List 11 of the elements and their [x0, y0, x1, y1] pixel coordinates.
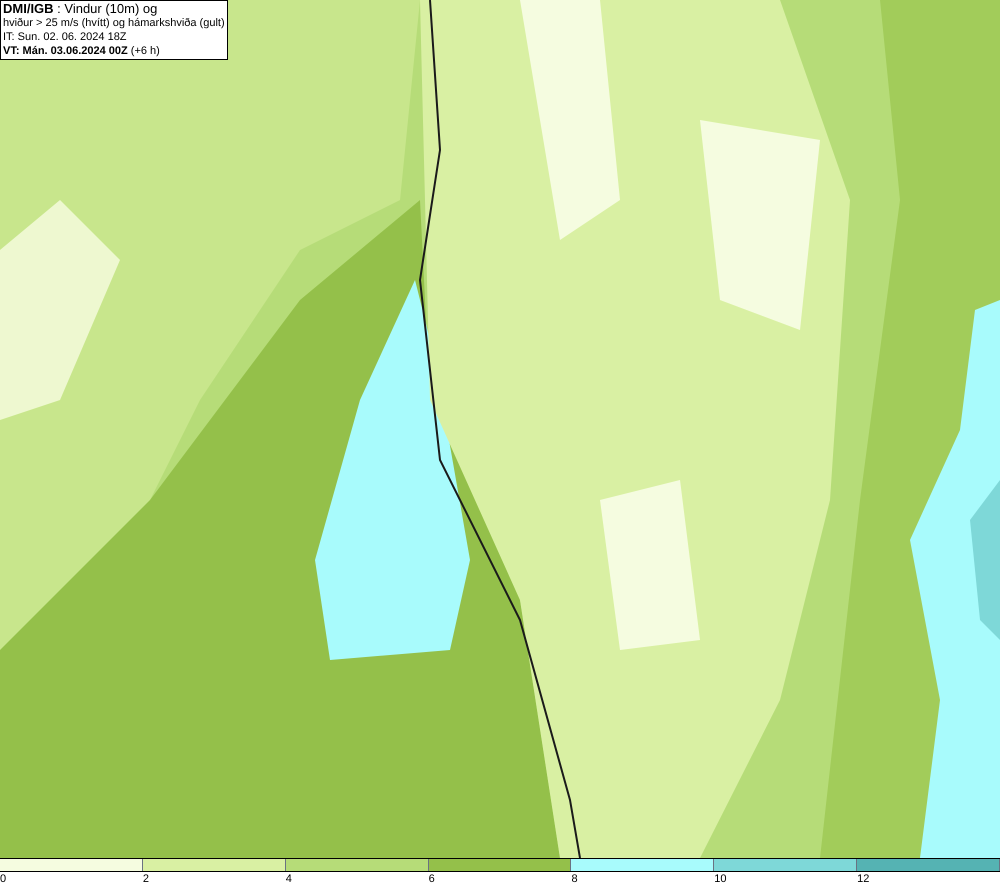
legend-label: 2 [142, 872, 149, 887]
title-line: DMI/IGB : Vindur (10m) og [3, 2, 158, 16]
legend-label: 4 [286, 872, 292, 887]
title-line: VT: Mán. 03.06.2024 00Z (+6 h) [3, 44, 161, 58]
title-line: IT: Sun. 02. 06. 2024 18Z [3, 30, 128, 44]
legend-label: 0 [0, 872, 6, 887]
legend-label: 10 [714, 872, 727, 887]
legend-label: 8 [571, 872, 578, 887]
legend-label: 12 [857, 872, 870, 887]
title-line: hviður > 25 m/s (hvítt) og hámarkshviða (gult) [3, 16, 225, 30]
legend-label: 6 [428, 872, 435, 887]
